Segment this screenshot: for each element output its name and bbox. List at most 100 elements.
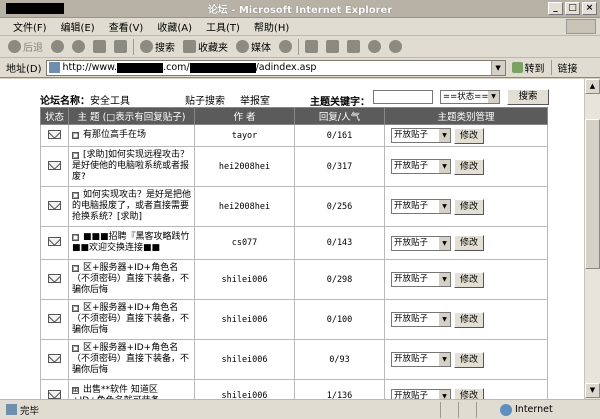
go-button[interactable]: 转到: [506, 60, 551, 75]
home-button[interactable]: [110, 38, 131, 56]
expand-icon[interactable]: □: [72, 152, 79, 159]
history-button[interactable]: [275, 38, 296, 56]
topic-link[interactable]: 区+服务器+ID+角色名（不须密码）直接下装备，不骗你后悔: [72, 343, 189, 375]
expand-icon[interactable]: ⊞: [72, 387, 79, 394]
topic-cell: □ 区+服务器+ID+角色名（不须密码）直接下装备，不骗你后悔: [68, 299, 195, 340]
discuss-button[interactable]: [364, 38, 385, 56]
topic-link[interactable]: 区+服务器+ID+角色名（不须密码）直接下装备，不骗你后悔: [72, 303, 189, 335]
table-row: □ 区+服务器+ID+角色名（不须密码）直接下装备，不骗你后悔 shilei006 0…: [40, 299, 548, 340]
topic-link[interactable]: [求助]如何实现远程攻击？是好使他的电脑啦系统或者报废?: [72, 150, 189, 182]
category-select[interactable]: 开放贴子 ▼: [391, 272, 451, 287]
author-cell: cs077: [194, 226, 295, 260]
windows-logo-icon: [566, 19, 596, 34]
back-button[interactable]: 后退: [4, 38, 47, 56]
category-select[interactable]: 开放贴子 ▼: [391, 352, 451, 367]
expand-icon[interactable]: □: [72, 192, 79, 199]
scroll-thumb[interactable]: [585, 119, 600, 269]
minimize-button[interactable]: _: [548, 2, 563, 15]
edit-button[interactable]: 修改: [454, 388, 484, 399]
menu-favorites[interactable]: 收藏(A): [150, 19, 199, 34]
stats-cell: 0/256: [294, 186, 385, 227]
edit-button[interactable]: 修改: [454, 271, 484, 288]
mail-button[interactable]: [301, 38, 322, 56]
stats-cell: 0/298: [294, 259, 385, 300]
forum-name-value: 安全工具: [90, 96, 130, 107]
links-button[interactable]: 链接: [550, 60, 578, 75]
menu-view[interactable]: 查看(V): [102, 19, 151, 34]
toolbar-separator: [298, 38, 299, 55]
redacted-block: [189, 62, 256, 73]
topic-link[interactable]: 出售**软件 知道区+ID+角色名就可装备: [72, 385, 160, 399]
menu-tools[interactable]: 工具(T): [199, 19, 247, 34]
envelope-icon: [48, 160, 61, 170]
search-icon: [140, 40, 153, 53]
media-button[interactable]: 媒体: [232, 38, 275, 56]
category-select[interactable]: 开放贴子 ▼: [391, 159, 451, 174]
edit-button[interactable]: 修改: [454, 127, 484, 144]
status-select[interactable]: ==状态== ▼: [440, 90, 500, 104]
address-label: 地址(D): [6, 64, 42, 75]
expand-icon[interactable]: □: [72, 305, 79, 312]
category-select[interactable]: 开放贴子 ▼: [391, 312, 451, 327]
edit-button[interactable]: 修改: [454, 198, 484, 215]
scroll-up-icon[interactable]: ▲: [585, 79, 600, 94]
edit-page-button[interactable]: [343, 38, 364, 56]
topic-link[interactable]: ■■■招聘『黑客攻略践竹■■欢迎交换连接■■: [72, 232, 190, 253]
maximize-button[interactable]: □: [565, 2, 580, 15]
forward-button[interactable]: [47, 38, 68, 56]
menu-edit[interactable]: 编辑(E): [54, 19, 102, 34]
search-button[interactable]: 搜索: [136, 38, 179, 56]
messenger-button[interactable]: [385, 38, 406, 56]
address-input[interactable]: http://www. .com/ /adindex.asp ▼: [45, 59, 506, 76]
category-select[interactable]: 开放贴子 ▼: [391, 388, 451, 399]
menu-file[interactable]: 文件(F): [6, 19, 54, 34]
author-cell: shilei006: [194, 259, 295, 300]
menu-help[interactable]: 帮助(H): [247, 19, 296, 34]
envelope-icon: [48, 353, 61, 363]
col-topic: 主 题 (□表示有回复贴子): [68, 107, 195, 125]
expand-icon[interactable]: □: [72, 265, 79, 272]
expand-icon[interactable]: □: [72, 345, 79, 352]
envelope-icon: [48, 129, 61, 139]
category-select[interactable]: 开放贴子 ▼: [391, 235, 451, 251]
status-bar: 完毕 Internet: [0, 399, 600, 419]
refresh-button[interactable]: [89, 38, 110, 56]
status-cell: [440, 401, 458, 418]
favorites-button[interactable]: 收藏夹: [179, 38, 232, 56]
expand-icon[interactable]: □: [72, 132, 79, 139]
edit-button[interactable]: 修改: [454, 351, 484, 368]
topic-link[interactable]: 如何实现攻击？是好是把他的电脑报废了，或者直接需要抢换系统？[求助]: [72, 190, 191, 222]
vertical-scrollbar[interactable]: ▲ ▼: [584, 79, 600, 399]
category-select[interactable]: 开放贴子 ▼: [391, 199, 451, 214]
go-label: 转到: [524, 64, 545, 75]
close-button[interactable]: ×: [582, 2, 597, 15]
print-button[interactable]: [322, 38, 343, 56]
report-link[interactable]: 举报室: [240, 92, 270, 107]
status-cell: [458, 401, 476, 418]
history-icon: [279, 40, 292, 53]
window-title: 论坛 - Microsoft Internet Explorer: [207, 5, 393, 16]
post-search-link[interactable]: 贴子搜索: [185, 92, 225, 107]
print-icon: [326, 40, 339, 53]
topic-cell: ⊞出售**软件 知道区+ID+角色名就可装备: [68, 379, 195, 399]
stop-button[interactable]: [68, 38, 89, 56]
manage-cell: 开放贴子 ▼ 修改: [384, 186, 548, 227]
status-cell: [40, 146, 69, 187]
topic-link[interactable]: 区+服务器+ID+角色名（不须密码）直接下装备，不骗你后悔: [72, 263, 189, 295]
edit-button[interactable]: 修改: [454, 158, 484, 175]
manage-cell: 开放贴子 ▼ 修改: [384, 226, 548, 260]
menu-bar: 文件(F) 编辑(E) 查看(V) 收藏(A) 工具(T) 帮助(H): [0, 18, 600, 36]
chevron-down-icon: ▼: [439, 313, 450, 326]
topic-cell: □ 区+服务器+ID+角色名（不须密码）直接下装备，不骗你后悔: [68, 339, 195, 380]
topic-table: 状态 主 题 (□表示有回复贴子) 作 者 回复/人气 主题类别管理 □ 有那位高…: [40, 107, 548, 399]
keyword-input[interactable]: [373, 90, 433, 104]
table-row: □ 有那位高手在场 tayor 0/161 开放贴子 ▼ 修改: [40, 124, 548, 147]
edit-button[interactable]: 修改: [454, 311, 484, 328]
expand-icon[interactable]: □: [72, 234, 79, 241]
scroll-down-icon[interactable]: ▼: [585, 383, 600, 398]
search-submit-button[interactable]: 搜索: [507, 89, 549, 105]
category-select[interactable]: 开放贴子 ▼: [391, 128, 451, 143]
chevron-down-icon[interactable]: ▼: [490, 60, 505, 75]
edit-button[interactable]: 修改: [454, 235, 484, 251]
topic-link[interactable]: 有那位高手在场: [83, 130, 146, 140]
